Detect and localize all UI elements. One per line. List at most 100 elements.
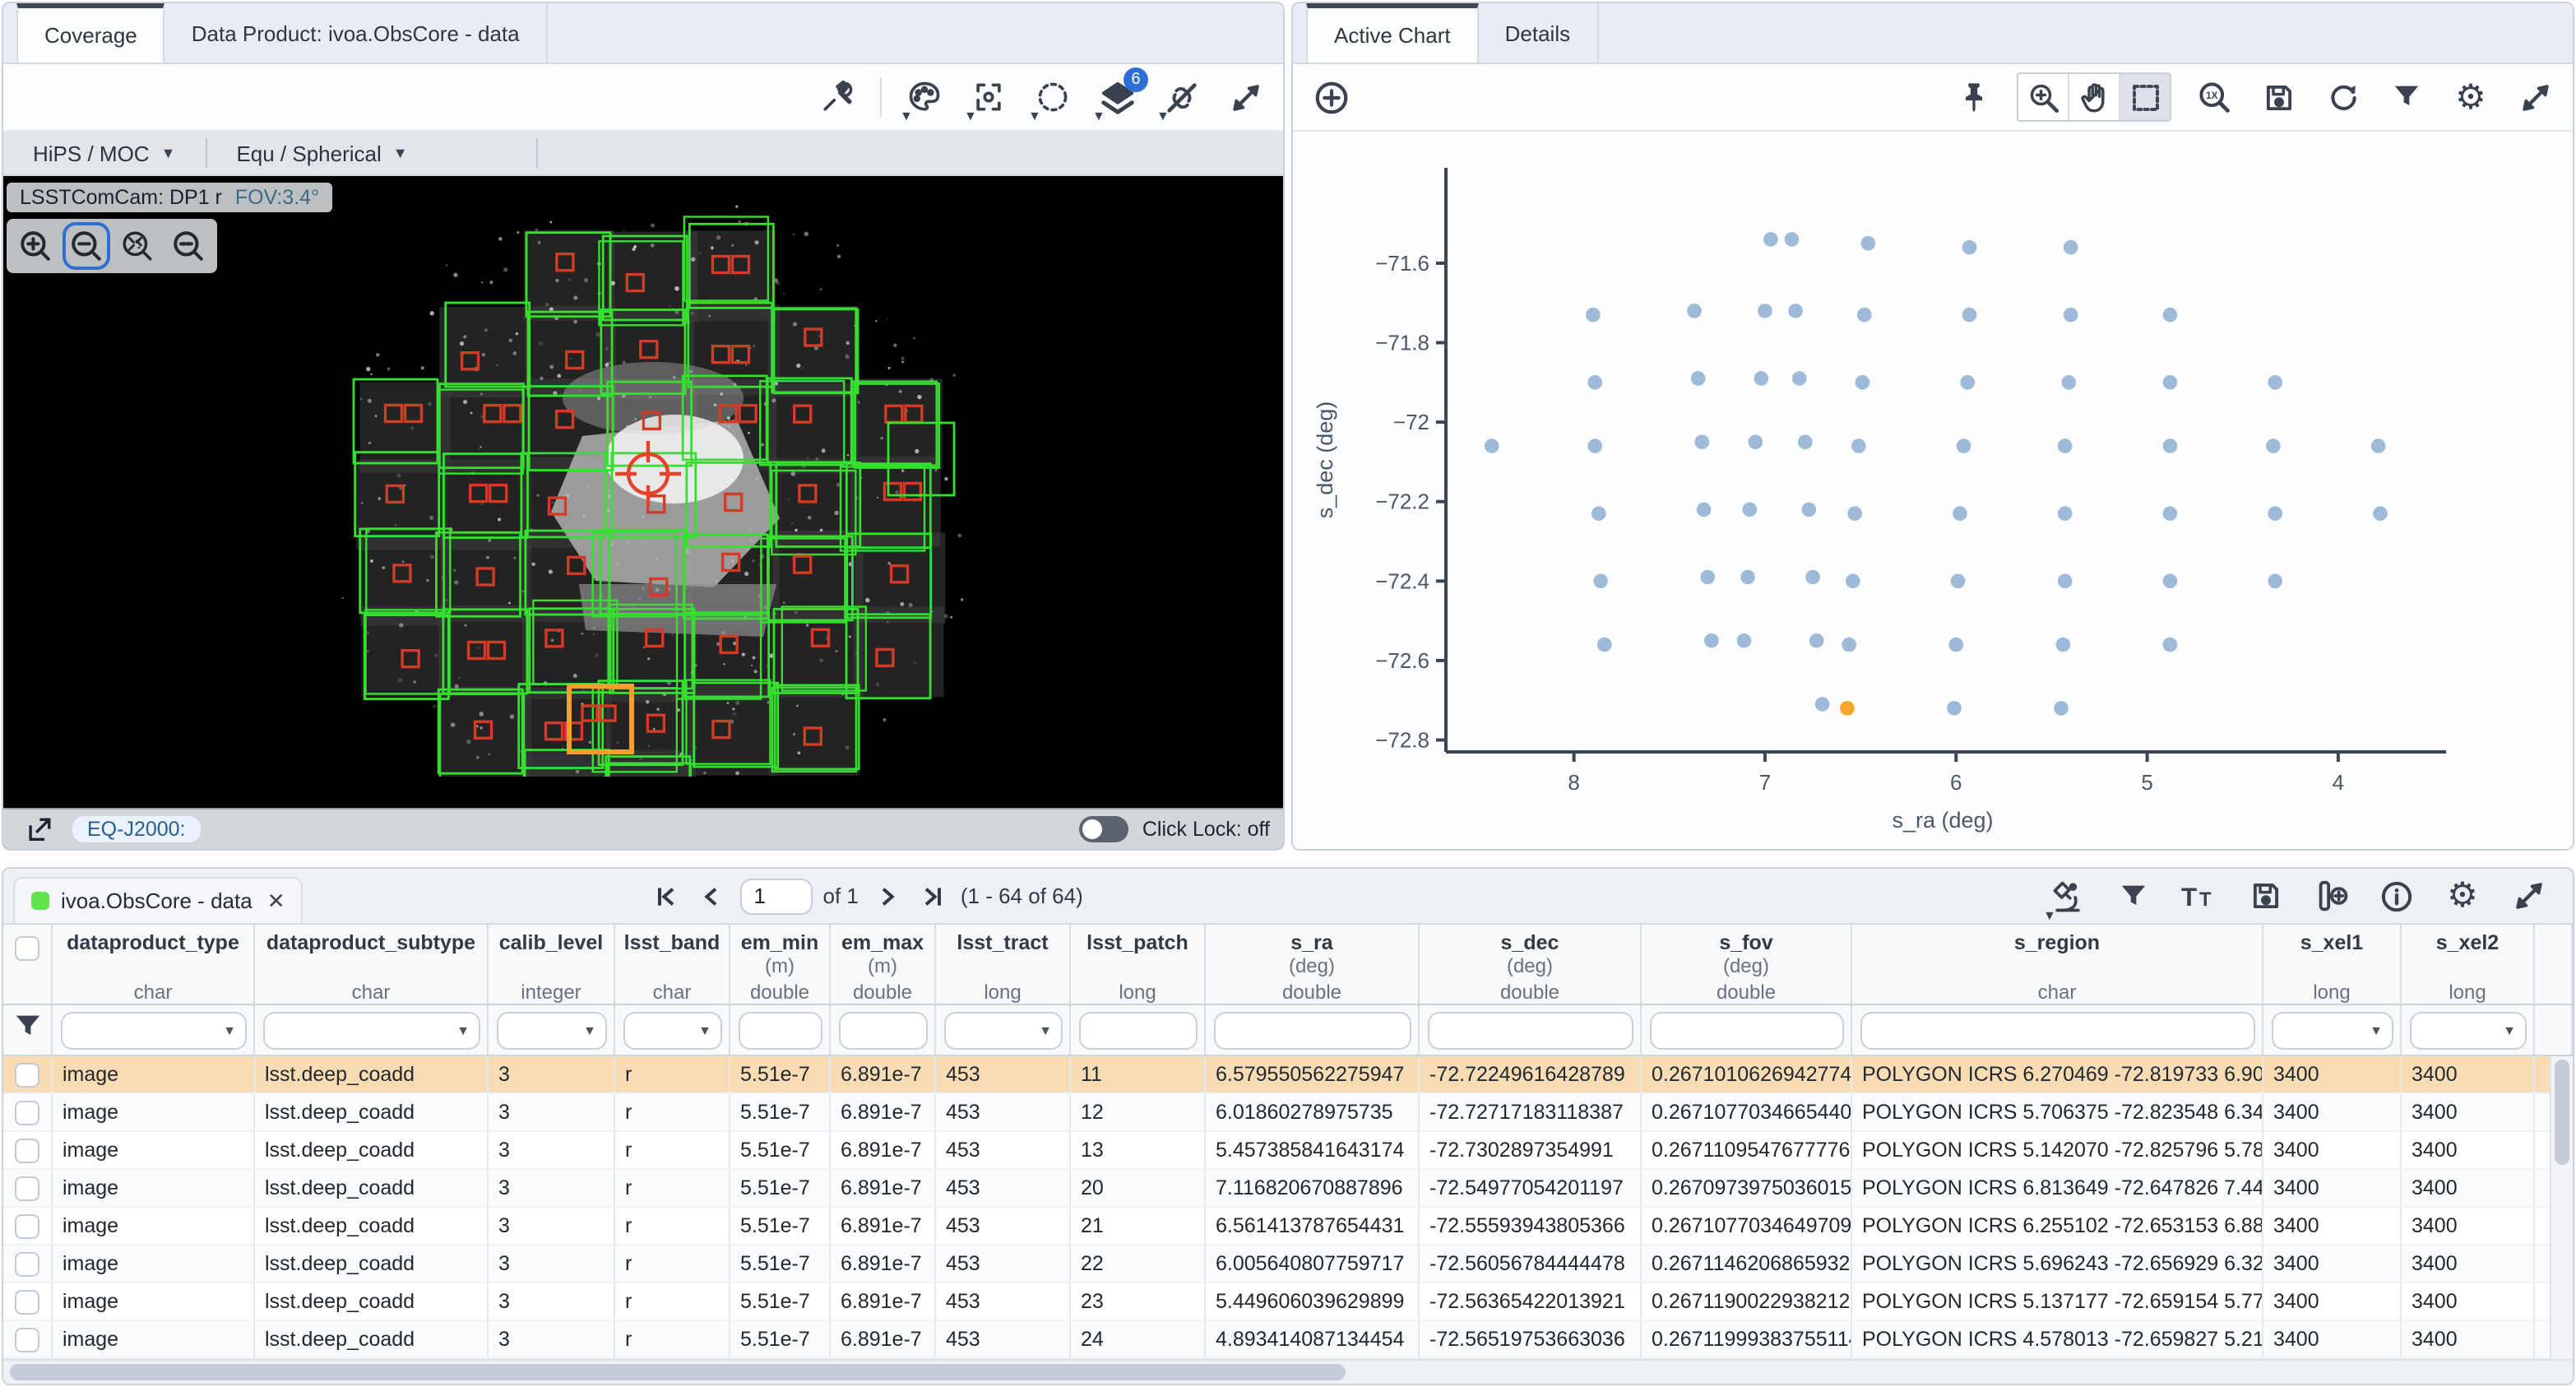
filter-select-lsst_tract[interactable]: ▼ xyxy=(943,1011,1062,1049)
row-checkbox[interactable] xyxy=(15,1251,39,1276)
table-row[interactable]: imagelsst.deep_coadd3r5.51e-76.891e-7453… xyxy=(3,1170,2550,1208)
tab-coverage[interactable]: Coverage xyxy=(16,3,165,63)
scatter-point[interactable] xyxy=(1593,574,1608,589)
scatter-point[interactable] xyxy=(2373,506,2388,521)
zoom-fill-mag-icon[interactable] xyxy=(164,222,212,270)
scatter-point[interactable] xyxy=(2163,506,2178,521)
row-checkbox[interactable] xyxy=(15,1138,39,1162)
scatter-point[interactable] xyxy=(2268,574,2282,589)
scatter-point[interactable] xyxy=(1694,434,1709,449)
scatter-point[interactable] xyxy=(1805,570,1820,585)
filter-input-lsst_patch[interactable] xyxy=(1078,1011,1197,1049)
scatter-point[interactable] xyxy=(1704,633,1719,648)
scatter-point[interactable] xyxy=(1861,236,1876,251)
filter-input-em_min[interactable] xyxy=(738,1011,822,1049)
scatter-point[interactable] xyxy=(2268,375,2282,390)
tab-details[interactable]: Details xyxy=(1479,3,1599,63)
projection-dropdown[interactable]: Equ / Spherical▼ xyxy=(206,132,437,174)
pan-hand-icon[interactable] xyxy=(2069,74,2120,120)
column-header-s_xel1[interactable]: s_xel1long xyxy=(2263,925,2402,1004)
scatter-point[interactable] xyxy=(2058,574,2073,589)
box-select-icon[interactable] xyxy=(2120,74,2170,120)
save-icon[interactable] xyxy=(2244,874,2286,917)
palette-icon[interactable]: ▼ xyxy=(903,76,946,118)
filter-select-dataproduct_subtype[interactable]: ▼ xyxy=(262,1011,480,1049)
scatter-point[interactable] xyxy=(1697,503,1712,517)
row-checkbox[interactable] xyxy=(15,1289,39,1314)
scatter-point[interactable] xyxy=(2266,438,2281,453)
scatter-point[interactable] xyxy=(1687,304,1702,318)
scatter-point[interactable] xyxy=(1960,375,1975,390)
scatter-point[interactable] xyxy=(2064,240,2078,255)
scatter-point[interactable] xyxy=(1597,638,1612,652)
filter-select-lsst_band[interactable]: ▼ xyxy=(623,1011,721,1049)
scatter-point[interactable] xyxy=(2058,506,2073,521)
scatter-point[interactable] xyxy=(2163,574,2178,589)
scatter-point[interactable] xyxy=(1951,574,1966,589)
expand-icon[interactable] xyxy=(1224,76,1267,118)
settings-icon[interactable]: ⚙ xyxy=(2449,76,2492,118)
layers-icon[interactable]: ▼6 xyxy=(1096,76,1138,118)
vertical-scrollbar-thumb[interactable] xyxy=(2555,1060,2569,1165)
table-row[interactable]: imagelsst.deep_coadd3r5.51e-76.891e-7453… xyxy=(3,1132,2550,1170)
scatter-point[interactable] xyxy=(2268,506,2282,521)
close-icon[interactable]: ✕ xyxy=(267,888,285,914)
tab-active-chart[interactable]: Active Chart xyxy=(1306,3,1479,63)
horizontal-scrollbar[interactable] xyxy=(3,1359,2573,1384)
scatter-point[interactable] xyxy=(2163,375,2178,390)
scatter-point[interactable] xyxy=(1842,638,1856,652)
table-row[interactable]: imagelsst.deep_coadd3r5.51e-76.891e-7453… xyxy=(3,1208,2550,1246)
scatter-point[interactable] xyxy=(1754,371,1769,386)
scatter-point-selected[interactable] xyxy=(1840,701,1855,716)
scatter-point[interactable] xyxy=(1700,570,1715,585)
chart-body[interactable]: 87654−71.6−71.8−72−72.2−72.4−72.6−72.8s_… xyxy=(1293,132,2573,849)
scatter-point[interactable] xyxy=(1846,574,1860,589)
sky-coverage-view[interactable]: LSSTComCam: DP1 rFOV:3.4° EQ-J2000: Clic… xyxy=(3,176,1283,849)
scatter-point[interactable] xyxy=(1737,633,1752,648)
filter-input-em_max[interactable] xyxy=(838,1011,927,1049)
select-all-checkbox[interactable] xyxy=(15,936,39,961)
table-row[interactable]: imagelsst.deep_coadd3r5.51e-76.891e-7453… xyxy=(3,1283,2550,1321)
scatter-point[interactable] xyxy=(1792,371,1807,386)
column-header-lsst_patch[interactable]: lsst_patchlong xyxy=(1071,925,1206,1004)
column-header-calib_level[interactable]: calib_levelinteger xyxy=(489,925,615,1004)
scatter-point[interactable] xyxy=(1857,308,1872,322)
row-checkbox[interactable] xyxy=(15,1176,39,1200)
row-checkbox[interactable] xyxy=(15,1062,39,1087)
scatter-point[interactable] xyxy=(1788,304,1803,318)
filter-icon[interactable] xyxy=(2385,76,2428,118)
table-row[interactable]: imagelsst.deep_coadd3r5.51e-76.891e-7453… xyxy=(3,1321,2550,1359)
column-header-em_min[interactable]: em_min(m)double xyxy=(730,925,831,1004)
scatter-point[interactable] xyxy=(1962,308,1977,322)
scatter-point[interactable] xyxy=(1587,438,1602,453)
scatter-point[interactable] xyxy=(2163,438,2178,453)
filter-input-s_fov[interactable] xyxy=(1649,1011,1843,1049)
column-header-s_fov[interactable]: s_fov(deg)double xyxy=(1642,925,1852,1004)
column-header-em_max[interactable]: em_max(m)double xyxy=(831,925,936,1004)
row-checkbox[interactable] xyxy=(15,1100,39,1125)
expand-icon[interactable] xyxy=(2507,874,2550,917)
scatter-point[interactable] xyxy=(1809,633,1824,648)
scatter-point[interactable] xyxy=(1802,503,1817,517)
filter-icon[interactable] xyxy=(2112,874,2155,917)
table-row[interactable]: imagelsst.deep_coadd3r5.51e-76.891e-7453… xyxy=(3,1094,2550,1132)
pin-icon[interactable] xyxy=(1953,76,1995,118)
filter-select-dataproduct_type[interactable]: ▼ xyxy=(60,1011,246,1049)
save-icon[interactable] xyxy=(2257,76,2300,118)
recenter-icon[interactable]: ▼ xyxy=(967,76,1010,118)
scatter-point[interactable] xyxy=(1962,240,1977,255)
scatter-point[interactable] xyxy=(1856,375,1870,390)
table-tab-obscore[interactable]: ivoa.ObsCore - data ✕ xyxy=(13,877,303,923)
scatter-point[interactable] xyxy=(1485,438,1499,453)
filter-input-s_region[interactable] xyxy=(1860,1011,2254,1049)
column-header-s_region[interactable]: s_regionchar xyxy=(1852,925,2263,1004)
scatter-point[interactable] xyxy=(1957,438,1971,453)
scatter-point[interactable] xyxy=(1749,434,1763,449)
scatter-point[interactable] xyxy=(2058,438,2073,453)
column-header-dataproduct_type[interactable]: dataproduct_typechar xyxy=(53,925,255,1004)
zoom-1x-icon[interactable]: 1X xyxy=(2193,76,2235,118)
scatter-point[interactable] xyxy=(1785,232,1800,247)
filter-select-calib_level[interactable]: ▼ xyxy=(496,1011,606,1049)
scatter-point[interactable] xyxy=(2064,308,2078,322)
scatter-point[interactable] xyxy=(2163,638,2178,652)
